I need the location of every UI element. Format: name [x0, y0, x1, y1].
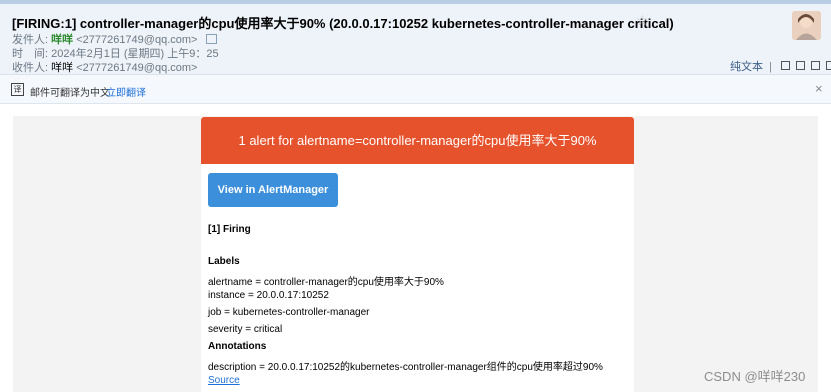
view-in-alertmanager-button[interactable]: View in AlertManager: [208, 173, 338, 207]
annotation-description: description = 20.0.0.17:10252的kubernetes…: [208, 362, 603, 373]
toolbar-divider: |: [769, 61, 772, 73]
avatar[interactable]: [792, 11, 821, 40]
plain-text-link[interactable]: 纯文本: [730, 61, 763, 73]
recipient-email[interactable]: <2777261749@qq.com>: [76, 62, 197, 74]
email-header: [FIRING:1] controller-manager的cpu使用率大于90…: [0, 4, 831, 75]
recipient-row: 收件人: 咩咩 <2777261749@qq.com>: [12, 59, 197, 75]
recipient-name[interactable]: 咩咩: [51, 62, 73, 74]
label-job: job = kubernetes-controller-manager: [208, 307, 370, 318]
window-icon[interactable]: [796, 61, 806, 70]
star-icon[interactable]: ☆: [636, 12, 649, 29]
translate-now-link[interactable]: 立即翻译: [106, 84, 146, 99]
mobile-icon[interactable]: [811, 61, 821, 70]
label-instance: instance = 20.0.0.17:10252: [208, 290, 329, 301]
translate-bar: 译 邮件可翻译为中文 立即翻译 ×: [0, 75, 831, 104]
print-icon[interactable]: [826, 61, 831, 70]
translate-icon: 译: [11, 83, 24, 96]
firing-heading: [1] Firing: [208, 224, 251, 235]
alert-banner: 1 alert for alertname=controller-manager…: [201, 117, 634, 164]
annotations-heading: Annotations: [208, 341, 267, 352]
watermark: CSDN @咩咩230: [704, 369, 806, 384]
translate-message: 邮件可翻译为中文: [30, 88, 110, 99]
email-toolbar: 纯文本 | ⌄: [730, 58, 831, 74]
label-severity: severity = critical: [208, 324, 283, 335]
recipient-label: 收件人:: [12, 62, 49, 74]
labels-heading: Labels: [208, 256, 240, 267]
source-link[interactable]: Source: [208, 375, 240, 386]
contact-card-icon[interactable]: [205, 34, 217, 44]
close-icon[interactable]: ×: [815, 81, 823, 96]
popout-icon[interactable]: [780, 61, 790, 70]
email-subject: [FIRING:1] controller-manager的cpu使用率大于90…: [12, 16, 674, 31]
label-alertname: alertname = controller-manager的cpu使用率大于9…: [208, 277, 444, 288]
